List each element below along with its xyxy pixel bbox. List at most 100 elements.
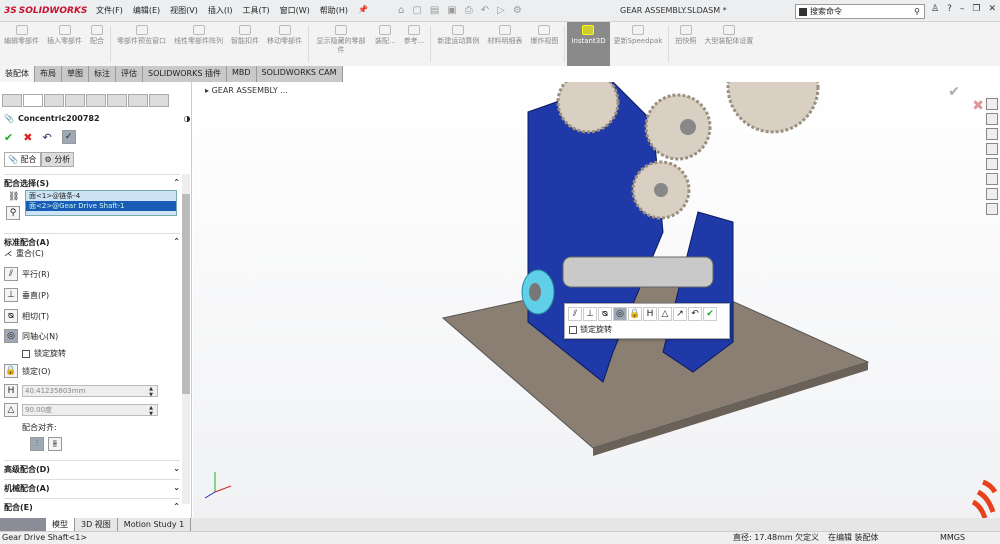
tangent-icon[interactable]: ᴓ <box>598 307 612 321</box>
pin-button[interactable]: ✓ <box>61 130 76 144</box>
command-tab[interactable]: 评估 <box>116 66 143 82</box>
ribbon-button[interactable]: 参考... <box>400 22 429 66</box>
distance-field[interactable]: 40.41235803mm <box>22 385 158 398</box>
command-tab[interactable]: 装配体 <box>0 66 35 82</box>
cancel-button[interactable]: ✖ <box>23 131 32 144</box>
tab-cam-ops[interactable] <box>128 94 148 107</box>
search-input[interactable]: 搜索命令 ⚲ <box>795 4 925 19</box>
tab-feature-tree[interactable] <box>2 94 22 107</box>
command-tab[interactable]: SOLIDWORKS CAM <box>256 66 343 82</box>
tangent-icon[interactable]: ᴓ <box>4 309 18 323</box>
ribbon-button[interactable]: 更新Speedpak <box>610 22 667 66</box>
parallel-icon[interactable]: ⫽ <box>4 267 18 281</box>
ribbon-button[interactable]: Instant3D <box>567 22 610 66</box>
command-tab[interactable]: SOLIDWORKS 插件 <box>143 66 227 82</box>
concentric-icon[interactable]: ◎ <box>613 307 627 321</box>
assembly-model[interactable] <box>193 82 1000 518</box>
ribbon-button[interactable]: 移动零部件 <box>263 22 306 66</box>
mate-selections-list[interactable]: 面<1>@链条-4 面<2>@Gear Drive Shaft-1 <box>25 190 177 216</box>
subtab-analysis[interactable]: ⚙ 分析 <box>40 152 75 167</box>
new-icon[interactable]: ▢ <box>412 5 421 16</box>
command-tab[interactable]: 布局 <box>35 66 62 82</box>
multimate-button[interactable]: ⚲ <box>6 206 20 220</box>
menu-window[interactable]: 窗口(W) <box>280 5 310 16</box>
print-icon[interactable]: ⎙ <box>465 5 473 16</box>
ribbon-button[interactable]: 装配... <box>371 22 400 66</box>
perpendicular-icon[interactable]: ⊥ <box>583 307 597 321</box>
subtab-mates[interactable]: 📎 配合 <box>4 152 41 167</box>
minimize-button[interactable]: – <box>960 4 965 14</box>
menu-help[interactable]: 帮助(H) <box>320 5 348 16</box>
command-tab[interactable]: 草图 <box>62 66 89 82</box>
mates-header[interactable]: 配合(E) ⌃ <box>4 498 180 513</box>
cancel-corner-icon[interactable]: ✖ <box>972 98 984 114</box>
distance-icon[interactable]: H <box>643 307 657 321</box>
standard-mates-header[interactable]: 标准配合(A) ⌃ <box>4 233 180 248</box>
pin-icon[interactable]: 📌 <box>358 5 368 16</box>
ribbon-button[interactable]: 智能扣件 <box>227 22 263 66</box>
units-selector[interactable]: MMGS <box>940 532 965 544</box>
perpendicular-icon[interactable]: ⊥ <box>4 288 18 302</box>
advanced-mates-header[interactable]: 高级配合(D) ⌄ <box>4 460 180 475</box>
menu-tools[interactable]: 工具(T) <box>242 5 269 16</box>
mate-lock[interactable]: 锁定(O) <box>22 366 51 377</box>
command-tab[interactable]: 标注 <box>89 66 116 82</box>
help-icon[interactable]: ◑ <box>184 114 191 123</box>
ribbon-button[interactable]: 爆炸视图 <box>526 22 562 66</box>
save-icon[interactable]: ▣ <box>447 5 456 16</box>
undo-icon[interactable]: ↶ <box>481 5 489 16</box>
restore-button[interactable]: ❐ <box>972 4 980 14</box>
open-icon[interactable]: ▤ <box>430 5 439 16</box>
tab-3d-views[interactable]: 3D 视图 <box>75 518 118 531</box>
undo-button[interactable]: ↶ <box>42 131 51 144</box>
angle-icon[interactable]: △ <box>4 403 18 417</box>
ribbon-button[interactable]: 显示隐藏的零部件 <box>311 22 371 66</box>
menu-insert[interactable]: 插入(I) <box>208 5 233 16</box>
select-icon[interactable]: ▷ <box>497 5 505 16</box>
mate-concentric[interactable]: 同轴心(N) <box>22 331 58 342</box>
tab-scroll-buttons[interactable] <box>0 518 46 531</box>
selection-section-header[interactable]: 配合选择(S) ⌃ <box>4 174 180 189</box>
flip-alignment-icon[interactable]: ↗ <box>673 307 687 321</box>
ok-icon[interactable]: ✔ <box>703 307 717 321</box>
user-icon[interactable]: ♙ <box>931 4 939 14</box>
appearance-icon[interactable] <box>986 158 998 170</box>
tab-config[interactable] <box>44 94 64 107</box>
mechanical-mates-header[interactable]: 机械配合(A) ⌄ <box>4 479 180 494</box>
panel-scrollbar[interactable] <box>182 174 190 504</box>
custom-props-icon[interactable] <box>986 188 998 200</box>
tab-display[interactable] <box>86 94 106 107</box>
menu-file[interactable]: 文件(F) <box>96 5 123 16</box>
explorer-icon[interactable] <box>986 143 998 155</box>
angle-icon[interactable]: △ <box>658 307 672 321</box>
anti-aligned-button[interactable]: ⫵ <box>48 437 62 451</box>
library-icon[interactable] <box>986 128 998 140</box>
selection-item[interactable]: 面<2>@Gear Drive Shaft-1 <box>26 201 176 211</box>
mate-parallel[interactable]: 平行(R) <box>22 269 50 280</box>
ribbon-button[interactable]: 线性零部件阵列 <box>170 22 227 66</box>
undo-icon[interactable]: ↶ <box>688 307 702 321</box>
ribbon-button[interactable]: 拍快照 <box>671 22 700 66</box>
confirm-corner-icon[interactable]: ✔ <box>948 84 960 100</box>
menu-edit[interactable]: 编辑(E) <box>133 5 160 16</box>
home-pane-icon[interactable] <box>986 98 998 110</box>
ribbon-button[interactable]: 零部件预览窗口 <box>113 22 170 66</box>
lock-icon[interactable]: 🔒 <box>628 307 642 321</box>
search-icon[interactable]: ⚲ <box>914 7 920 16</box>
tab-cam[interactable] <box>107 94 127 107</box>
help-icon[interactable]: ? <box>947 4 952 14</box>
solidworks-logo[interactable]: 3S SOLIDWORKS <box>4 1 87 21</box>
mate-tangent[interactable]: 相切(T) <box>22 311 49 322</box>
close-button[interactable]: ✕ <box>988 4 996 14</box>
resources-icon[interactable] <box>986 113 998 125</box>
forum-icon[interactable] <box>986 203 998 215</box>
ribbon-button[interactable]: 材料明细表 <box>483 22 526 66</box>
ok-button[interactable]: ✔ <box>4 131 13 144</box>
menu-view[interactable]: 视图(V) <box>170 5 198 16</box>
mate-coincident[interactable]: 重合(C) <box>16 248 44 259</box>
lock-rotation-checkbox[interactable] <box>569 325 577 334</box>
distance-icon[interactable]: H <box>4 384 18 398</box>
home-icon[interactable]: ⌂ <box>398 5 404 16</box>
selection-item[interactable]: 面<1>@链条-4 <box>26 191 176 201</box>
tab-dimxpert[interactable] <box>65 94 85 107</box>
